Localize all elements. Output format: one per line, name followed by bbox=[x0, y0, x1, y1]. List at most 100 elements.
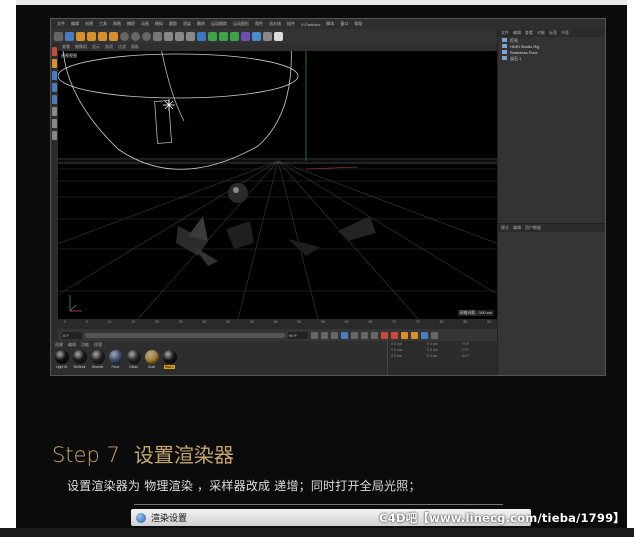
next-key-icon[interactable] bbox=[361, 331, 368, 339]
lock-icon[interactable] bbox=[52, 131, 57, 140]
coord-field-0[interactable]: Y 0 cm bbox=[391, 348, 423, 352]
menu-item-15[interactable]: 插件 bbox=[287, 21, 295, 27]
menu-item-8[interactable]: 跟踪 bbox=[169, 21, 177, 27]
object-menu-item-3[interactable]: 对象 bbox=[537, 30, 545, 36]
material-slot-0[interactable]: Light M bbox=[54, 350, 69, 369]
menu-item-12[interactable]: 运动图形 bbox=[233, 21, 249, 27]
undo-icon[interactable] bbox=[54, 31, 63, 41]
key-rotation-icon[interactable] bbox=[421, 331, 428, 339]
x-axis-icon[interactable] bbox=[120, 31, 129, 41]
viewport-menu-item-0[interactable]: 查看 bbox=[62, 44, 70, 50]
material-slot-6[interactable]: Mat.1 bbox=[162, 350, 177, 369]
menu-item-14[interactable]: 流水线 bbox=[269, 21, 281, 27]
object-item-3[interactable]: 宝石 1 bbox=[498, 55, 605, 61]
coord-field-2[interactable]: B 0° bbox=[462, 354, 494, 358]
material-menu-item-0[interactable]: 创建 bbox=[55, 342, 63, 348]
coord-field-1[interactable]: Z 0 cm bbox=[427, 354, 459, 358]
viewport-menu-item-3[interactable]: 选项 bbox=[105, 44, 113, 50]
y-axis-icon[interactable] bbox=[131, 31, 140, 41]
play-icon[interactable] bbox=[341, 331, 348, 339]
menu-item-19[interactable]: 帮助 bbox=[354, 21, 362, 27]
polygons-mode-icon[interactable] bbox=[52, 95, 57, 104]
menu-item-1[interactable]: 编辑 bbox=[71, 21, 79, 27]
object-menu-item-2[interactable]: 查看 bbox=[525, 30, 533, 36]
menu-item-7[interactable]: 模拟 bbox=[155, 21, 163, 27]
texture-mode-icon[interactable] bbox=[52, 59, 57, 68]
camera-icon[interactable] bbox=[263, 31, 272, 41]
key-param-icon[interactable] bbox=[431, 331, 438, 339]
object-menu-item-4[interactable]: 标签 bbox=[549, 30, 557, 36]
render-view-icon[interactable] bbox=[164, 31, 173, 41]
pen-icon[interactable] bbox=[208, 31, 217, 41]
scale-tool-icon[interactable] bbox=[87, 31, 96, 41]
viewport-menu-item-5[interactable]: 面板 bbox=[131, 44, 139, 50]
menu-item-13[interactable]: 角色 bbox=[255, 21, 263, 27]
menu-item-2[interactable]: 创建 bbox=[85, 21, 93, 27]
points-mode-icon[interactable] bbox=[52, 71, 57, 80]
deformer-icon[interactable] bbox=[241, 31, 250, 41]
material-slot-2[interactable]: Seamle bbox=[90, 350, 105, 369]
menu-item-6[interactable]: 动画 bbox=[141, 21, 149, 27]
menu-item-16[interactable]: X-Particles bbox=[301, 22, 320, 27]
coord-field-1[interactable]: X 0 cm bbox=[427, 342, 459, 346]
object-menu-item-1[interactable]: 编辑 bbox=[513, 30, 521, 36]
move-tool-icon[interactable] bbox=[76, 31, 85, 41]
prev-key-icon[interactable] bbox=[321, 331, 328, 339]
model-mode-icon[interactable] bbox=[52, 47, 57, 56]
menu-item-18[interactable]: 窗口 bbox=[340, 21, 348, 27]
viewport-menu-item-1[interactable]: 摄像机 bbox=[75, 44, 87, 50]
menu-item-10[interactable]: 雕刻 bbox=[197, 21, 205, 27]
attribute-menu-item-0[interactable]: 模式 bbox=[501, 225, 509, 231]
timeline[interactable]: 0 5 10 15 20 25 30 35 40 45 50 55 60 65 70 75 80 85 90 bbox=[58, 319, 497, 329]
material-menu-item-1[interactable]: 编辑 bbox=[68, 342, 76, 348]
menu-item-11[interactable]: 运动跟踪 bbox=[211, 21, 227, 27]
object-menu-item-5[interactable]: 书签 bbox=[561, 30, 569, 36]
menu-item-9[interactable]: 渲染 bbox=[183, 21, 191, 27]
object-menu-item-0[interactable]: 文件 bbox=[501, 30, 509, 36]
material-slot-3[interactable]: Floor bbox=[108, 350, 123, 369]
snap-icon[interactable] bbox=[52, 107, 57, 116]
record-icon[interactable] bbox=[381, 331, 388, 339]
material-menu-item-3[interactable]: 纹理 bbox=[94, 342, 102, 348]
z-axis-icon[interactable] bbox=[142, 31, 151, 41]
key-scale-icon[interactable] bbox=[411, 331, 418, 339]
coord-field-0[interactable]: X 0 cm bbox=[391, 342, 423, 346]
attribute-menu-item-1[interactable]: 编辑 bbox=[513, 225, 521, 231]
menu-item-0[interactable]: 文件 bbox=[57, 21, 65, 27]
cube-icon[interactable] bbox=[197, 31, 206, 41]
frame-start-field[interactable]: 0 F bbox=[62, 331, 82, 339]
next-frame-icon[interactable] bbox=[351, 331, 358, 339]
prev-frame-icon[interactable] bbox=[331, 331, 338, 339]
coord-system-icon[interactable] bbox=[153, 31, 162, 41]
scene-icon[interactable] bbox=[252, 31, 261, 41]
coord-field-2[interactable]: P 0° bbox=[462, 348, 494, 352]
render-settings-icon[interactable] bbox=[186, 31, 195, 41]
coord-field-2[interactable]: H 0° bbox=[462, 342, 494, 346]
add-tool-icon[interactable] bbox=[109, 31, 118, 41]
material-slot-5[interactable]: Gold bbox=[144, 350, 159, 369]
coord-field-0[interactable]: Z 0 cm bbox=[391, 354, 423, 358]
edges-mode-icon[interactable] bbox=[52, 83, 57, 92]
select-tool-icon[interactable] bbox=[65, 31, 74, 41]
menu-item-5[interactable]: 捕捉 bbox=[127, 21, 135, 27]
menu-item-3[interactable]: 工具 bbox=[99, 21, 107, 27]
attribute-menu-item-2[interactable]: 用户数据 bbox=[525, 225, 541, 231]
menu-item-4[interactable]: 网格 bbox=[113, 21, 121, 27]
rotate-tool-icon[interactable] bbox=[98, 31, 107, 41]
material-slot-4[interactable]: Glass bbox=[126, 350, 141, 369]
render-picture-icon[interactable] bbox=[175, 31, 184, 41]
autokey-icon[interactable] bbox=[391, 331, 398, 339]
workplane-icon[interactable] bbox=[52, 119, 57, 128]
frame-end-field[interactable]: 90 F bbox=[288, 331, 308, 339]
viewport-menu-item-4[interactable]: 过滤 bbox=[118, 44, 126, 50]
coord-field-1[interactable]: Y 0 cm bbox=[427, 348, 459, 352]
nurbs-icon[interactable] bbox=[219, 31, 228, 41]
frame-range-slider[interactable] bbox=[85, 332, 285, 338]
menu-item-17[interactable]: 脚本 bbox=[326, 21, 334, 27]
go-end-icon[interactable] bbox=[371, 331, 378, 339]
key-position-icon[interactable] bbox=[401, 331, 408, 339]
go-start-icon[interactable] bbox=[311, 331, 318, 339]
viewport[interactable]: 透视视图 网格间距 : 100 cm bbox=[58, 51, 497, 319]
light-icon[interactable] bbox=[274, 31, 283, 41]
array-icon[interactable] bbox=[230, 31, 239, 41]
